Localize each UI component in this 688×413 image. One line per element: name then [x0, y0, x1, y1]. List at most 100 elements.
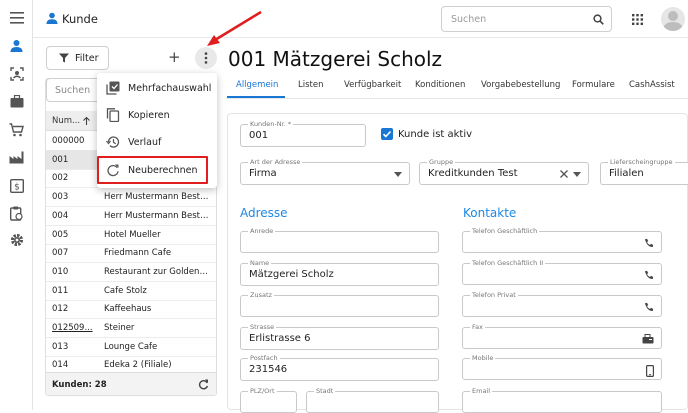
menu-item-verlauf[interactable]: Verlauf	[97, 129, 217, 156]
row-number: 013	[52, 341, 69, 352]
filter-button[interactable]: Filter	[46, 46, 109, 70]
art-der-adresse-select[interactable]: Art der Adresse Firma	[240, 158, 410, 185]
table-row[interactable]: 010 Restaurant zur Goldenen L...	[46, 262, 216, 282]
field-label: Fax	[470, 323, 485, 331]
row-name: Hotel Mueller	[104, 229, 161, 240]
aktiv-checkbox-label: Kunde ist aktiv	[398, 129, 473, 140]
field-label: Art der Adresse	[248, 158, 303, 166]
tab-vorgabebestellung[interactable]: Vorgabebestellung	[481, 80, 560, 90]
table-row[interactable]: 011 Cafe Stolz	[46, 281, 216, 301]
field-label: PLZ/Ort	[248, 387, 277, 395]
aktiv-checkbox[interactable]	[381, 128, 393, 140]
zusatz-field[interactable]: Zusatz	[240, 291, 439, 317]
app-title: Kunde	[62, 12, 98, 26]
mobile-phone-icon[interactable]	[646, 365, 654, 377]
table-row[interactable]: 013 Lounge Cafe	[46, 337, 216, 357]
mobile-field[interactable]: Mobile	[462, 354, 662, 380]
row-name: Cafe Stolz	[104, 285, 147, 296]
menu-item-kopieren[interactable]: Kopieren	[97, 102, 217, 129]
tab-formulare[interactable]: Formulare	[572, 80, 615, 90]
field-label: Email	[470, 387, 493, 395]
phone-icon[interactable]	[644, 238, 654, 248]
field-value: Erlistrasse 6	[249, 333, 311, 344]
kundennr-field[interactable]: Kunden-Nr. * 001	[240, 120, 366, 147]
dropdown-arrow-icon	[573, 172, 581, 177]
row-name: Edeka 2 (Filiale)	[104, 360, 172, 371]
clipboard-clock-icon[interactable]	[8, 205, 25, 222]
gruppe-select[interactable]: Gruppe Kreditkunden Test	[419, 158, 589, 185]
phone-icon[interactable]	[644, 270, 654, 280]
telefon-privat-field[interactable]: Telefon Privat	[462, 291, 662, 317]
table-row[interactable]: 012 Kaffeehaus	[46, 299, 216, 320]
tab-allgemein[interactable]: Allgemein	[236, 80, 278, 90]
field-label: Name	[248, 259, 272, 267]
fax-icon[interactable]	[642, 334, 654, 344]
strasse-field[interactable]: Strasse Erlistrasse 6	[240, 323, 439, 350]
field-label: Telefon Geschäftlich II	[470, 259, 546, 267]
copy-icon	[106, 108, 120, 122]
row-number: 012	[52, 304, 69, 315]
briefcase-icon[interactable]	[8, 93, 25, 110]
lieferscheingruppe-select[interactable]: Lieferscheingruppe Filialen	[600, 158, 688, 185]
row-name: Lounge Cafe	[104, 341, 158, 352]
nav-rail: $	[0, 0, 33, 410]
field-label: Zusatz	[248, 291, 274, 299]
adresse-heading: Adresse	[240, 206, 288, 220]
tab-divider	[226, 98, 688, 99]
svg-text:$: $	[14, 182, 20, 192]
dropdown-arrow-icon	[394, 172, 402, 177]
row-number: 002	[52, 173, 69, 184]
phone-icon[interactable]	[644, 302, 654, 312]
field-label: Gruppe	[427, 158, 456, 166]
sort-arrow-up-icon[interactable]	[83, 117, 90, 125]
filter-icon	[59, 53, 69, 63]
contact-scan-icon[interactable]	[8, 65, 25, 82]
refresh-icon[interactable]	[198, 379, 209, 390]
table-row[interactable]: 004 Herr Mustermann Bestellu...	[46, 206, 216, 226]
table-row[interactable]: 007 Friedmann Cafe	[46, 243, 216, 264]
person-icon	[46, 12, 58, 24]
row-number: 001	[52, 154, 69, 165]
more-options-button[interactable]	[195, 47, 217, 69]
field-label: Anrede	[248, 227, 276, 235]
field-label: Stadt	[314, 387, 336, 395]
add-icon[interactable]: +	[168, 50, 181, 65]
menu-item-mehrfachauswahl[interactable]: Mehrfachauswahl	[97, 75, 217, 102]
global-search-input[interactable]: Suchen	[441, 6, 612, 32]
name-field[interactable]: Name Mätzgerei Scholz	[240, 259, 439, 286]
row-number: 005	[52, 229, 69, 240]
tab-konditionen[interactable]: Konditionen	[415, 80, 465, 90]
filter-label: Filter	[75, 52, 99, 64]
row-number: 000000	[52, 136, 85, 146]
apps-grid-icon[interactable]	[632, 14, 643, 25]
multi-select-icon	[106, 81, 120, 95]
field-value: Firma	[249, 168, 277, 179]
postfach-field[interactable]: Postfach 231546	[240, 354, 439, 381]
table-row[interactable]: 005 Hotel Mueller	[46, 225, 216, 245]
field-value: 231546	[249, 364, 288, 375]
shopping-cart-icon[interactable]	[8, 121, 25, 138]
tab-verfuegbarkeit[interactable]: Verfügbarkeit	[344, 80, 401, 90]
settings-gear-icon[interactable]	[8, 231, 25, 248]
table-row[interactable]: 003 Herr Mustermann Bestellu...	[46, 187, 216, 208]
dollar-icon[interactable]: $	[8, 177, 25, 194]
search-icon[interactable]	[593, 14, 604, 25]
column-header-number[interactable]: Num...	[52, 116, 80, 126]
clear-icon[interactable]	[560, 170, 568, 178]
factory-icon[interactable]	[8, 149, 25, 166]
kontakte-heading: Kontakte	[463, 206, 517, 220]
tab-cashassist[interactable]: CashAssist	[629, 80, 675, 90]
field-label: Lieferscheingruppe	[608, 158, 675, 166]
table-row[interactable]: 012509... Steiner	[46, 318, 216, 338]
telefon-geschaeftlich-2-field[interactable]: Telefon Geschäftlich II	[462, 259, 662, 285]
telefon-geschaeftlich-field[interactable]: Telefon Geschäftlich	[462, 227, 662, 253]
customer-icon[interactable]	[8, 37, 25, 54]
fax-field[interactable]: Fax	[462, 323, 662, 349]
row-number: 004	[52, 210, 69, 221]
row-name: Herr Mustermann Bestellu...	[104, 192, 211, 203]
hamburger-menu-icon[interactable]	[8, 9, 25, 26]
row-name: Kaffeehaus	[104, 304, 152, 315]
avatar[interactable]	[661, 7, 685, 31]
anrede-field[interactable]: Anrede	[240, 227, 439, 253]
tab-listen[interactable]: Listen	[298, 80, 323, 90]
